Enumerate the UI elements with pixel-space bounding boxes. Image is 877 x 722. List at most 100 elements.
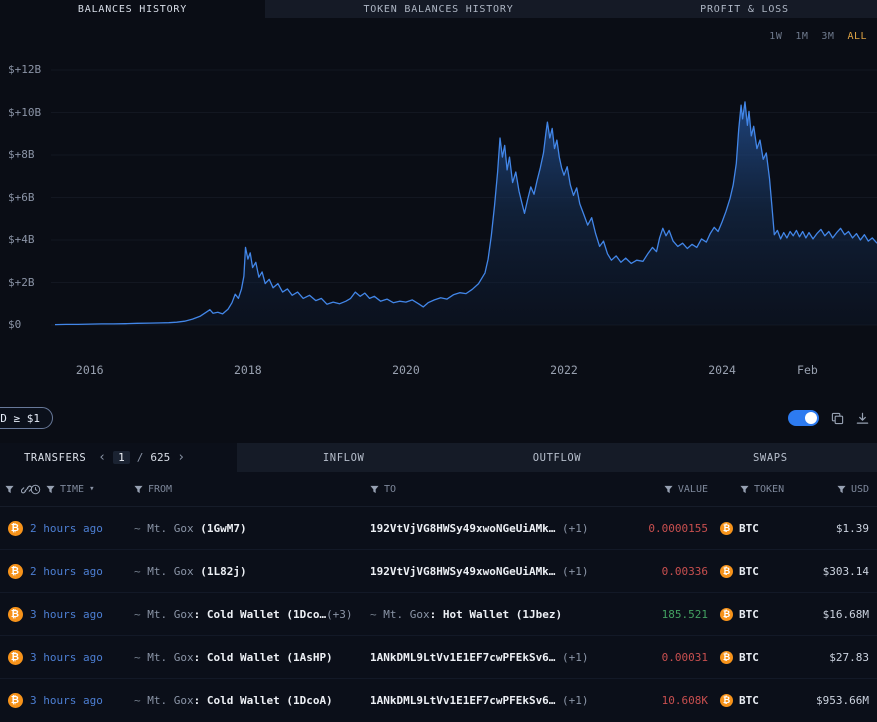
x-axis-tick-label: Feb <box>797 363 818 377</box>
table-row[interactable]: ₿ 2 hours ago ~ Mt. Gox (1GwM7) 192VtVjV… <box>0 507 877 550</box>
tab-swaps[interactable]: SWAPS <box>664 443 877 472</box>
transfer-time[interactable]: 2 hours ago <box>30 565 134 578</box>
funnel-icon[interactable] <box>837 485 846 494</box>
transfer-usd: $27.83 <box>800 651 877 664</box>
btc-chain-icon: ₿ <box>8 650 23 665</box>
transfer-value: 10.608K <box>648 694 712 707</box>
funnel-icon[interactable] <box>134 485 143 494</box>
total-pages: 625 <box>150 451 170 464</box>
column-header-time[interactable]: TIME ▾ <box>30 484 134 495</box>
time-header-label: TIME <box>60 484 84 495</box>
funnel-icon[interactable] <box>5 485 14 494</box>
tab-transfers[interactable]: TRANSFERS ‹ 1 / 625 › <box>0 443 237 472</box>
transfer-time[interactable]: 3 hours ago <box>30 608 134 621</box>
btc-token-icon: ₿ <box>720 651 733 664</box>
column-header-from[interactable]: FROM <box>134 484 370 495</box>
y-axis-tick-label: $+12B <box>8 63 41 76</box>
transfers-table: ₿ 2 hours ago ~ Mt. Gox (1GwM7) 192VtVjV… <box>0 507 877 722</box>
column-header-to[interactable]: TO <box>370 484 648 495</box>
caret-down-icon: ▾ <box>89 484 94 494</box>
table-row[interactable]: ₿ 3 hours ago ~ Mt. Gox: Cold Wallet (1A… <box>0 636 877 679</box>
transfer-to[interactable]: 1ANkDML9LtVv1E1EF7cwPFEkSv6… (+1) <box>370 651 648 664</box>
token-symbol: BTC <box>739 651 759 664</box>
transfer-from[interactable]: ~ Mt. Gox: Cold Wallet (1DcoA) <box>134 694 370 707</box>
transfer-token[interactable]: ₿ BTC <box>712 565 800 578</box>
x-axis-tick-label: 2022 <box>550 363 578 377</box>
time-range-selector: 1W 1M 3M ALL <box>769 31 867 42</box>
btc-token-icon: ₿ <box>720 522 733 535</box>
funnel-icon[interactable] <box>370 485 379 494</box>
transfer-token[interactable]: ₿ BTC <box>712 694 800 707</box>
tab-token-balances-history[interactable]: TOKEN BALANCES HISTORY <box>265 0 612 18</box>
y-axis-tick-label: $+10B <box>8 106 41 119</box>
transfer-token[interactable]: ₿ BTC <box>712 651 800 664</box>
x-axis-tick-label: 2018 <box>234 363 262 377</box>
x-axis-tick-label: 2024 <box>708 363 736 377</box>
chart-controls <box>788 410 869 426</box>
current-page[interactable]: 1 <box>113 451 130 464</box>
transfer-from[interactable]: ~ Mt. Gox (1GwM7) <box>134 522 370 535</box>
copy-icon[interactable] <box>831 412 844 425</box>
y-axis-tick-label: $+8B <box>8 148 35 161</box>
chart-toggle[interactable] <box>788 410 819 426</box>
range-1w[interactable]: 1W <box>769 31 782 42</box>
transfer-from[interactable]: ~ Mt. Gox: Cold Wallet (1Dco…(+3) <box>134 608 370 621</box>
transfer-usd: $953.66M <box>800 694 877 707</box>
transfer-value: 185.521 <box>648 608 712 621</box>
chevron-right-icon[interactable]: › <box>177 451 185 464</box>
transfer-to[interactable]: 192VtVjVG8HWSy49xwoNGeUiAMk… (+1) <box>370 565 648 578</box>
token-symbol: BTC <box>739 522 759 535</box>
x-axis-tick-label: 2016 <box>76 363 104 377</box>
chevron-left-icon[interactable]: ‹ <box>98 451 106 464</box>
column-header-usd[interactable]: USD <box>800 484 877 495</box>
y-axis-tick-label: $+2B <box>8 276 35 289</box>
funnel-icon[interactable] <box>46 485 55 494</box>
tab-inflow[interactable]: INFLOW <box>237 443 450 472</box>
transfer-usd: $303.14 <box>800 565 877 578</box>
tab-balances-history[interactable]: BALANCES HISTORY <box>0 0 265 18</box>
btc-token-icon: ₿ <box>720 565 733 578</box>
transfer-usd: $16.68M <box>800 608 877 621</box>
range-all[interactable]: ALL <box>847 31 867 42</box>
transfer-usd: $1.39 <box>800 522 877 535</box>
tab-outflow[interactable]: OUTFLOW <box>450 443 663 472</box>
chart-plot-area[interactable] <box>0 18 877 395</box>
from-header-label: FROM <box>148 484 172 495</box>
table-row[interactable]: ₿ 3 hours ago ~ Mt. Gox: Cold Wallet (1D… <box>0 679 877 722</box>
table-row[interactable]: ₿ 3 hours ago ~ Mt. Gox: Cold Wallet (1D… <box>0 593 877 636</box>
transfer-to[interactable]: ~ Mt. Gox: Hot Wallet (1Jbez) <box>370 608 648 621</box>
transfers-tab-bar: TRANSFERS ‹ 1 / 625 › INFLOW OUTFLOW SWA… <box>0 443 877 472</box>
token-symbol: BTC <box>739 608 759 621</box>
transfer-time[interactable]: 3 hours ago <box>30 694 134 707</box>
y-axis-tick-label: $0 <box>8 318 21 331</box>
btc-chain-icon: ₿ <box>8 564 23 579</box>
funnel-icon[interactable] <box>664 485 673 494</box>
token-header-label: TOKEN <box>754 484 784 495</box>
pagination: ‹ 1 / 625 › <box>98 451 185 464</box>
funnel-icon[interactable] <box>740 485 749 494</box>
transfer-from[interactable]: ~ Mt. Gox (1L82j) <box>134 565 370 578</box>
table-row[interactable]: ₿ 2 hours ago ~ Mt. Gox (1L82j) 192VtVjV… <box>0 550 877 593</box>
balances-history-chart[interactable]: 1W1M3MALL $0$+2B$+4B$+6B$+8B$+10B$+12B20… <box>0 18 877 395</box>
column-header-value[interactable]: VALUE <box>648 484 712 495</box>
download-icon[interactable] <box>856 412 869 425</box>
column-header-token[interactable]: TOKEN <box>712 484 800 495</box>
page-separator: / <box>137 451 144 464</box>
transfer-token[interactable]: ₿ BTC <box>712 608 800 621</box>
token-symbol: BTC <box>739 565 759 578</box>
transfer-time[interactable]: 2 hours ago <box>30 522 134 535</box>
transfer-from[interactable]: ~ Mt. Gox: Cold Wallet (1AsHP) <box>134 651 370 664</box>
clock-icon <box>30 484 41 495</box>
btc-token-icon: ₿ <box>720 694 733 707</box>
transfer-time[interactable]: 3 hours ago <box>30 651 134 664</box>
range-1m[interactable]: 1M <box>795 31 808 42</box>
usd-filter-chip[interactable]: USD ≥ $1 <box>0 407 53 429</box>
transfer-to[interactable]: 192VtVjVG8HWSy49xwoNGeUiAMk… (+1) <box>370 522 648 535</box>
btc-chain-icon: ₿ <box>8 607 23 622</box>
tab-profit-loss[interactable]: PROFIT & LOSS <box>612 0 877 18</box>
y-axis-tick-label: $+4B <box>8 233 35 246</box>
transfer-value: 0.00336 <box>648 565 712 578</box>
transfer-to[interactable]: 1ANkDML9LtVv1E1EF7cwPFEkSv6… (+1) <box>370 694 648 707</box>
transfer-token[interactable]: ₿ BTC <box>712 522 800 535</box>
range-3m[interactable]: 3M <box>821 31 834 42</box>
